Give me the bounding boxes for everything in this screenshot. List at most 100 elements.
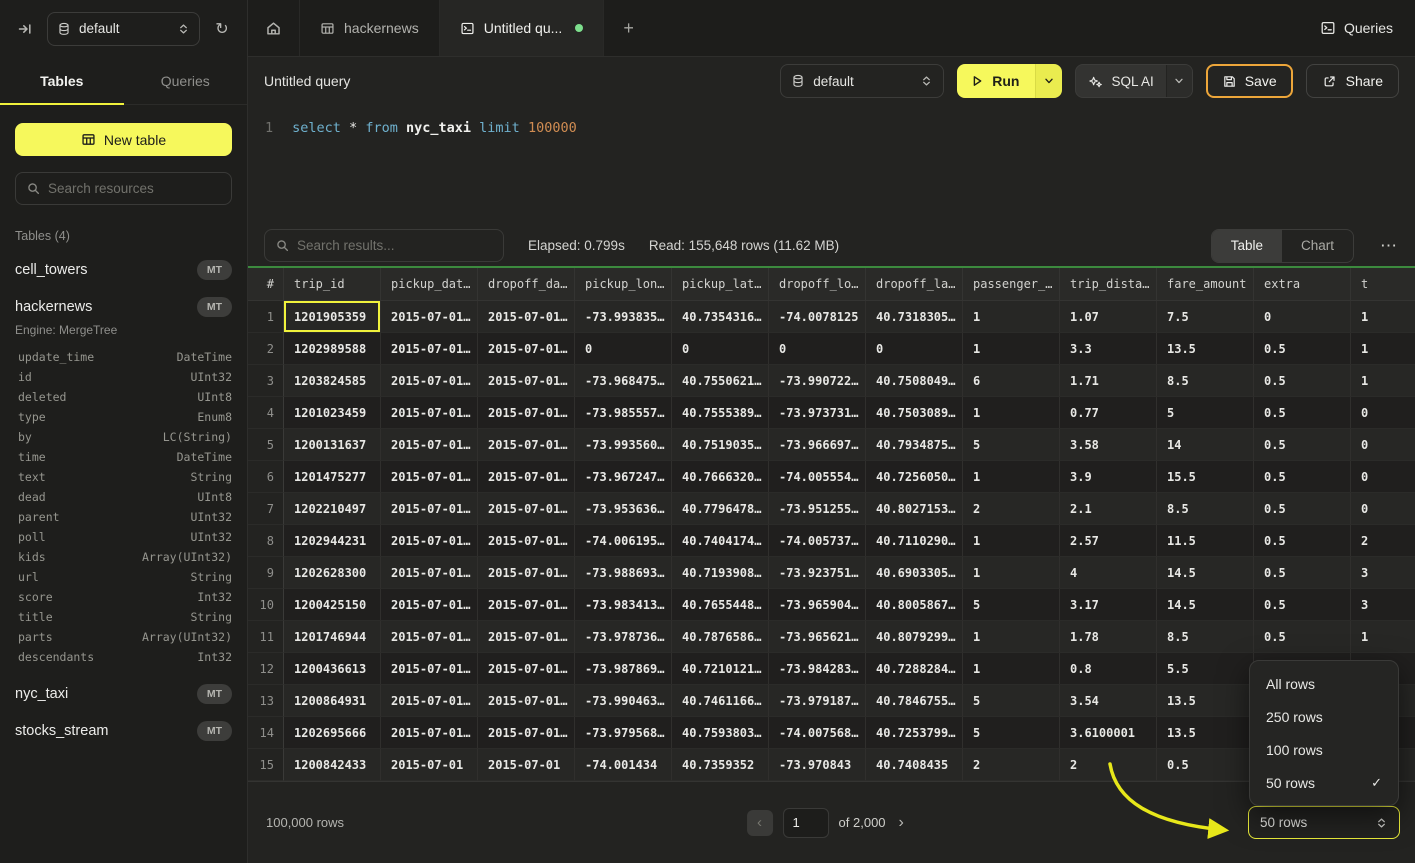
prev-page-button[interactable]: ‹ [747,810,773,836]
table-cell[interactable]: 1200131637 [284,429,381,461]
sql-line-code[interactable]: select * from nyc_taxi limit 100000 [292,120,577,225]
sidebar-table-stocks-stream[interactable]: stocks_stream MT [15,721,232,741]
row-number[interactable]: 10 [248,589,284,621]
toolbar-database-selector[interactable]: default [780,64,944,98]
row-number[interactable]: 11 [248,621,284,653]
table-cell[interactable]: 0.77 [1060,397,1157,429]
view-chart-button[interactable]: Chart [1282,230,1353,262]
table-cell[interactable]: -74.006195… [575,525,672,557]
table-cell[interactable]: 40.8079299… [866,621,963,653]
table-cell[interactable]: 1200864931 [284,685,381,717]
table-cell[interactable]: 40.7110290… [866,525,963,557]
table-cell[interactable]: 40.7519035… [672,429,769,461]
table-cell[interactable]: 13.5 [1157,333,1254,365]
table-cell[interactable]: 8.5 [1157,493,1254,525]
column-header[interactable]: pickup_lon… [575,268,672,301]
table-cell[interactable]: 1 [963,557,1060,589]
menu-item[interactable]: 250 rows [1250,700,1398,733]
table-cell[interactable]: 2015-07-01… [381,653,478,685]
table-cell[interactable]: 40.7934875… [866,429,963,461]
table-cell[interactable]: 0 [1351,429,1415,461]
table-cell[interactable]: 7.5 [1157,301,1254,333]
table-cell[interactable]: -73.966697… [769,429,866,461]
table-cell[interactable]: 0.8 [1060,653,1157,685]
table-cell[interactable]: 0 [1351,397,1415,429]
table-cell[interactable]: 2.1 [1060,493,1157,525]
table-cell[interactable]: -74.0078125 [769,301,866,333]
table-cell[interactable]: 2015-07-01… [478,717,575,749]
table-cell[interactable]: 2 [1060,749,1157,781]
row-number[interactable]: 7 [248,493,284,525]
search-resources-input[interactable] [48,181,221,196]
row-number[interactable]: 13 [248,685,284,717]
table-cell[interactable]: 1202628300 [284,557,381,589]
row-number[interactable]: 8 [248,525,284,557]
table-cell[interactable]: 2015-07-01… [381,717,478,749]
table-cell[interactable]: 1200842433 [284,749,381,781]
table-cell[interactable]: 1203824585 [284,365,381,397]
column-header[interactable]: trip_dista… [1060,268,1157,301]
table-cell[interactable]: 2 [963,493,1060,525]
sql-editor[interactable]: 1 select * from nyc_taxi limit 100000 [248,105,1415,225]
table-cell[interactable]: -73.988693… [575,557,672,589]
table-cell[interactable]: 2015-07-01… [478,525,575,557]
table-cell[interactable]: 2015-07-01 [478,749,575,781]
table-cell[interactable]: 1 [963,621,1060,653]
table-cell[interactable]: 0.5 [1254,493,1351,525]
table-cell[interactable]: 0.5 [1254,557,1351,589]
row-number[interactable]: 15 [248,749,284,781]
table-cell[interactable]: 1 [1351,621,1415,653]
table-cell[interactable]: 11.5 [1157,525,1254,557]
table-cell[interactable]: 13.5 [1157,685,1254,717]
table-cell[interactable]: 2015-07-01… [478,365,575,397]
row-number[interactable]: 9 [248,557,284,589]
table-cell[interactable]: 1201023459 [284,397,381,429]
column-header[interactable]: fare_amount [1157,268,1254,301]
column-header[interactable]: extra [1254,268,1351,301]
table-cell[interactable]: 1202989588 [284,333,381,365]
table-cell[interactable]: -73.993835… [575,301,672,333]
row-number[interactable]: 12 [248,653,284,685]
table-cell[interactable]: 0.5 [1254,397,1351,429]
table-cell[interactable]: 2 [1351,525,1415,557]
next-page-button[interactable]: › [899,814,904,832]
sidebar-table-nyc-taxi[interactable]: nyc_taxi MT [15,684,232,704]
table-cell[interactable]: -73.983413… [575,589,672,621]
table-cell[interactable]: 40.7253799… [866,717,963,749]
table-cell[interactable]: 0.5 [1254,589,1351,621]
table-cell[interactable]: 1 [1351,301,1415,333]
column-header[interactable]: passenger_… [963,268,1060,301]
table-cell[interactable]: 3.17 [1060,589,1157,621]
table-cell[interactable]: 40.7666320… [672,461,769,493]
table-cell[interactable]: 0.5 [1254,333,1351,365]
table-cell[interactable]: 2015-07-01… [381,301,478,333]
table-cell[interactable]: 40.7846755… [866,685,963,717]
menu-item[interactable]: All rows [1250,667,1398,700]
table-cell[interactable]: 2015-07-01 [381,749,478,781]
row-number[interactable]: 5 [248,429,284,461]
table-cell[interactable]: 0.5 [1254,525,1351,557]
table-cell[interactable]: 14.5 [1157,589,1254,621]
table-cell[interactable]: 40.7193908… [672,557,769,589]
run-main[interactable]: Run [957,64,1035,98]
table-cell[interactable]: 8.5 [1157,365,1254,397]
sidebar-database-selector[interactable]: default [47,12,200,46]
table-cell[interactable]: -73.965904… [769,589,866,621]
table-cell[interactable]: -73.984283… [769,653,866,685]
queries-button[interactable]: Queries [1320,0,1393,56]
table-cell[interactable]: 0 [769,333,866,365]
table-cell[interactable]: 1202944231 [284,525,381,557]
column-header[interactable]: pickup_lat… [672,268,769,301]
row-number[interactable]: 4 [248,397,284,429]
sql-ai-button[interactable]: SQL AI [1075,64,1192,98]
table-cell[interactable]: 40.8027153… [866,493,963,525]
table-cell[interactable]: 40.7210121… [672,653,769,685]
column-header[interactable]: trip_id [284,268,381,301]
table-cell[interactable]: 2015-07-01… [381,557,478,589]
table-cell[interactable]: 5 [963,685,1060,717]
table-cell[interactable]: 2015-07-01… [478,589,575,621]
table-cell[interactable]: 3 [1351,557,1415,589]
table-cell[interactable]: 0 [1351,493,1415,525]
table-cell[interactable]: 2015-07-01… [381,365,478,397]
table-cell[interactable]: -74.005554… [769,461,866,493]
